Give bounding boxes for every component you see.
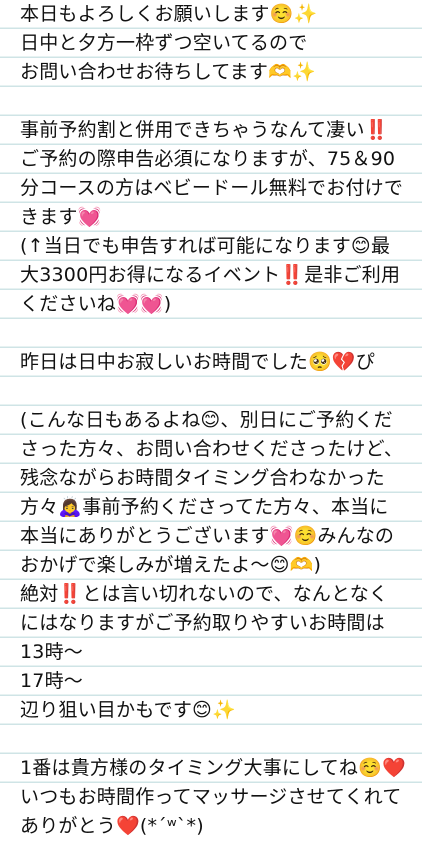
text-line: ありがとう❤️(*´ʷ`*) (20, 815, 204, 837)
text-line: 昨日は日中お寂しいお時間でした🥺💔ぴ (20, 351, 375, 373)
text-line: くださいね💓💓) (20, 293, 172, 315)
text-line: 分コースの方はベビードール無料でお付けで (20, 177, 404, 199)
text-line: いつもお時間作ってマッサージさせてくれて (20, 786, 402, 808)
text-line: にはなりますがご予約取りやすいお時間は (20, 612, 385, 634)
text-line: ご予約の際申告必須になりますが、75＆90 (20, 148, 396, 170)
note-body: 本日もよろしくお願いします☺️✨ 日中と夕方一枠ずつ空いてるので お問い合わせお… (0, 0, 422, 837)
text-line: 本当にありがとうございます💓☺️みんなの (20, 525, 395, 547)
text-line: 17時〜 (20, 670, 83, 692)
text-line: おかげで楽しみが増えたよ〜😊🫶) (20, 554, 322, 576)
text-line: さった方々、お問い合わせくださったけど、 (20, 438, 404, 460)
text-line: お問い合わせお待ちしてます🫶✨ (20, 61, 316, 83)
text-line: 本日もよろしくお願いします☺️✨ (20, 3, 318, 25)
text-line: 残念ながらお時間タイミング合わなかった (20, 467, 385, 489)
text-line: 1番は貴方様のタイミング大事にしてね☺️❤️ (20, 757, 406, 779)
text-line: 日中と夕方一枠ずつ空いてるので (20, 32, 308, 54)
text-line: 絶対‼️とは言い切れないので、なんとなく (20, 583, 389, 605)
text-line: (こんな日もあるよね😊、別日にご予約くだ (20, 409, 393, 431)
text-line: 方々🙇‍♀️事前予約くださってた方々、本当に (20, 496, 389, 518)
text-line: 辺り狙い目かもです😊✨ (20, 699, 236, 721)
text-line: 大3300円お得になるイベント‼️是非ご利用 (20, 264, 401, 286)
text-line: きます💓 (20, 206, 102, 228)
text-line: 13時〜 (20, 641, 83, 663)
text-line: 事前予約割と併用できちゃうなんて凄い‼️ (20, 119, 389, 141)
text-line: (↑当日でも申告すれば可能になります😊最 (20, 235, 391, 257)
